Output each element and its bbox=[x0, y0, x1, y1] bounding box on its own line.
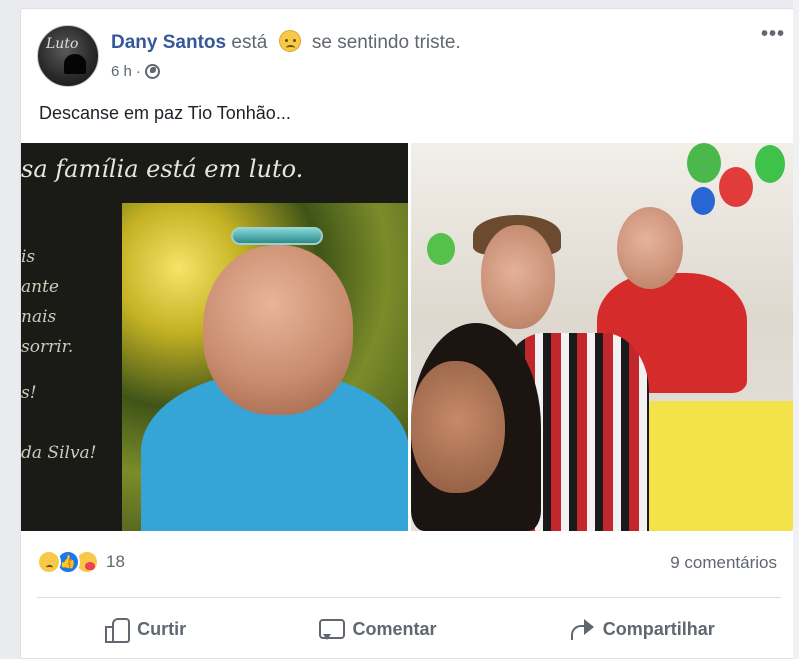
thumbs-up-icon bbox=[103, 617, 131, 643]
action-bar: Curtir Comentar Compartilhar bbox=[37, 607, 781, 651]
reactions-summary[interactable]: 👍 18 bbox=[37, 550, 125, 574]
balloon-shape bbox=[427, 233, 455, 265]
sunglasses-shape bbox=[231, 227, 323, 245]
balloon-shape bbox=[719, 167, 753, 207]
memorial-line: ante bbox=[21, 277, 59, 297]
comment-label: Comentar bbox=[352, 618, 437, 639]
share-label: Compartilhar bbox=[602, 618, 715, 639]
divider bbox=[37, 597, 781, 598]
share-arrow-icon bbox=[569, 617, 595, 641]
more-options-icon[interactable]: ••• bbox=[761, 23, 785, 46]
sad-emoji-icon bbox=[278, 30, 301, 52]
sad-reaction-icon bbox=[37, 550, 61, 574]
memorial-headline: sa família está em luto. bbox=[21, 155, 304, 183]
balloon-shape bbox=[691, 187, 715, 215]
status-prefix: está bbox=[231, 32, 268, 53]
post-meta: 6 h · bbox=[111, 63, 160, 80]
older-man-head-shape bbox=[617, 207, 683, 289]
memorial-line: s! bbox=[21, 383, 37, 403]
balloon-shape bbox=[755, 145, 785, 183]
comments-count[interactable]: 9 comentários bbox=[670, 553, 777, 573]
share-button[interactable]: Compartilhar bbox=[569, 617, 715, 641]
comment-button[interactable]: Comentar bbox=[318, 617, 436, 641]
avatar[interactable]: Luto bbox=[37, 25, 99, 87]
scrollbar[interactable] bbox=[793, 0, 799, 659]
globe-icon[interactable] bbox=[144, 64, 160, 79]
author-name[interactable]: Dany Santos bbox=[111, 32, 226, 53]
avatar-figure bbox=[64, 54, 86, 74]
feeling-text[interactable]: se sentindo triste. bbox=[312, 32, 461, 53]
like-label: Curtir bbox=[137, 618, 187, 639]
photo-party-selfie[interactable] bbox=[411, 143, 797, 531]
meta-separator: · bbox=[135, 63, 141, 80]
balloon-shape bbox=[687, 143, 721, 183]
post-header: Dany Santos está se sentindo triste. bbox=[111, 30, 461, 54]
memorial-line: nais bbox=[21, 307, 57, 327]
young-man-head-shape bbox=[481, 225, 555, 329]
yellow-table bbox=[631, 401, 797, 531]
post-card: Luto Dany Santos está se sentindo triste… bbox=[20, 8, 798, 659]
post-text: Descanse em paz Tio Tonhão... bbox=[39, 103, 291, 123]
head-shape bbox=[203, 245, 353, 415]
like-button[interactable]: Curtir bbox=[103, 617, 187, 643]
reaction-count[interactable]: 18 bbox=[106, 552, 125, 572]
comment-bubble-icon bbox=[318, 617, 346, 641]
avatar-logo-text: Luto bbox=[46, 36, 79, 52]
memorial-line: sorrir. bbox=[21, 337, 74, 357]
photo-memorial[interactable]: sa família está em luto. is ante nais so… bbox=[21, 143, 408, 531]
woman-face-shape bbox=[411, 361, 505, 493]
post-time[interactable]: 6 h bbox=[111, 63, 132, 80]
memorial-line: da Silva! bbox=[21, 443, 97, 463]
memorial-line: is bbox=[21, 247, 36, 267]
